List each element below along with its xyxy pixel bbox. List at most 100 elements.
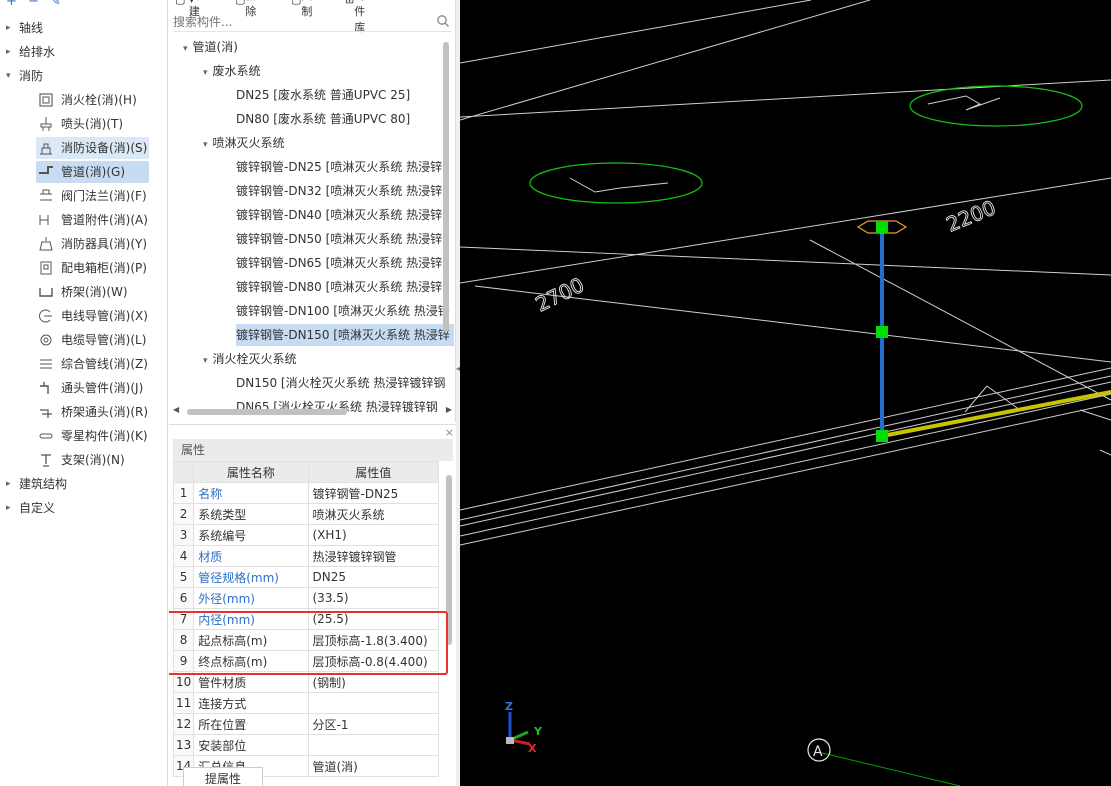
caret-down-icon[interactable]: ▾ [203, 140, 208, 150]
property-row[interactable]: 2 系统类型 喷淋灭火系统 [172, 503, 439, 525]
tree-item[interactable]: DN80 [废水系统 普通UPVC 80] [236, 108, 410, 130]
grip-top-handle[interactable] [876, 221, 888, 233]
caret-right-icon[interactable]: ▸ [6, 473, 11, 495]
property-value[interactable]: 镀锌钢管-DN25 [307, 482, 439, 504]
close-icon[interactable]: × [445, 426, 454, 439]
vertical-scrollbar[interactable] [443, 42, 449, 332]
nav-item-pipe[interactable]: 管道(消)(G) [36, 161, 149, 183]
axis-line-a [817, 751, 961, 786]
property-name: 系统类型 [193, 503, 309, 525]
nav-item-tee-fitting[interactable]: 通头管件(消)(J) [36, 377, 149, 399]
sprinkler-marker-circle[interactable] [909, 85, 1083, 127]
property-row[interactable]: 6 外径(mm) (33.5) [172, 587, 439, 609]
new-component-button[interactable]: ▢ 新建 ▾ [175, 0, 200, 18]
caret-down-icon[interactable]: ▾ [183, 44, 188, 54]
component-search-input[interactable] [173, 12, 428, 32]
nav-group-structure[interactable]: ▸ 建筑结构 [0, 473, 167, 495]
horizontal-pipe[interactable] [881, 390, 1111, 438]
tree-item[interactable]: 镀锌钢管-DN32 [喷淋灭火系统 热浸锌 [236, 180, 442, 202]
add-category-button[interactable]: + [6, 0, 17, 9]
model-viewport[interactable]: 2700 2200 A Z Y X [460, 0, 1111, 786]
copy-component-button[interactable]: ▢ 复制 [291, 0, 312, 18]
valve-icon [40, 189, 52, 201]
property-value[interactable] [307, 692, 439, 714]
nav-item-cable-conduit[interactable]: 电缆导管(消)(L) [36, 329, 149, 351]
caret-right-icon[interactable]: ▸ [6, 17, 11, 39]
tree-item[interactable]: 镀锌钢管-DN50 [喷淋灭火系统 热浸锌 [236, 228, 442, 250]
property-value[interactable]: 管道(消) [307, 755, 439, 777]
nav-group-custom[interactable]: ▸ 自定义 [0, 497, 167, 519]
sprinkler-marker-circle[interactable] [529, 162, 703, 204]
property-value[interactable]: 喷淋灭火系统 [307, 503, 439, 525]
property-value[interactable]: (XH1) [307, 524, 439, 546]
nav-item-misc-component[interactable]: 零星构件(消)(K) [36, 425, 149, 447]
property-row[interactable]: 1 名称 镀锌钢管-DN25 [172, 482, 439, 504]
nav-item-hydrant[interactable]: 消火栓(消)(H) [36, 89, 149, 111]
caret-right-icon[interactable]: ▸ [6, 497, 11, 519]
caret-down-icon[interactable]: ▾ [203, 68, 208, 78]
nav-item-label: 综合管线(消)(Z) [61, 357, 148, 371]
nav-item-distribution-box[interactable]: 配电箱柜(消)(P) [36, 257, 149, 279]
nav-group-axis[interactable]: ▸ 轴线 [0, 17, 167, 39]
nav-toolbar: + − ✎ [0, 0, 167, 14]
nav-item-wire-conduit[interactable]: 电线导管(消)(X) [36, 305, 149, 327]
nav-item-sprinkler[interactable]: 喷头(消)(T) [36, 113, 149, 135]
nav-item-fire-appliance[interactable]: 消防器具(消)(Y) [36, 233, 149, 255]
remove-category-button[interactable]: − [28, 0, 39, 9]
caret-down-icon[interactable]: ▾ [203, 356, 208, 366]
nav-item-fire-equipment[interactable]: 消防设备(消)(S) [36, 137, 149, 159]
nav-item-tray-tee[interactable]: 桥架通头(消)(R) [36, 401, 149, 423]
tree-item[interactable]: 镀锌钢管-DN80 [喷淋灭火系统 热浸锌 [236, 276, 442, 298]
scroll-left-icon[interactable]: ◀ [173, 405, 179, 414]
name-column-header: 属性名称 [193, 461, 309, 483]
tree-item[interactable]: DN25 [废水系统 普通UPVC 25] [236, 84, 410, 106]
tree-item[interactable]: 镀锌钢管-DN65 [喷淋灭火系统 热浸锌 [236, 252, 442, 274]
scroll-right-icon[interactable]: ▶ [446, 405, 452, 414]
property-value[interactable]: DN25 [307, 566, 439, 588]
row-number: 3 [172, 524, 195, 546]
tree-item[interactable]: 镀锌钢管-DN25 [喷淋灭火系统 热浸锌 [236, 156, 442, 178]
grid-line [460, 0, 871, 121]
property-row[interactable]: 3 系统编号 (XH1) [172, 524, 439, 546]
property-value[interactable]: 分区-1 [307, 713, 439, 735]
scroll-thumb[interactable] [187, 409, 347, 415]
nav-item-label: 通头管件(消)(J) [61, 381, 144, 395]
property-row[interactable]: 5 管径规格(mm) DN25 [172, 566, 439, 588]
grip-mid-handle[interactable] [876, 326, 888, 338]
nav-item-cable-tray[interactable]: 桥架(消)(W) [36, 281, 149, 303]
property-value[interactable]: (33.5) [307, 587, 439, 609]
tree-item[interactable]: DN150 [消火栓灭火系统 热浸锌镀锌钢 [236, 372, 445, 394]
property-row[interactable]: 12 所在位置 分区-1 [172, 713, 439, 735]
tree-item[interactable]: 镀锌钢管-DN40 [喷淋灭火系统 热浸锌 [236, 204, 442, 226]
nav-item-valve[interactable]: 阀门法兰(消)(F) [36, 185, 149, 207]
tree-group[interactable]: ▾ 喷淋灭火系统 [203, 132, 285, 154]
property-row[interactable]: 4 材质 热浸锌镀锌钢管 [172, 545, 439, 567]
nav-item-bracket[interactable]: 支架(消)(N) [36, 449, 149, 471]
horizontal-scrollbar[interactable]: ◀ ▶ [173, 405, 452, 418]
caret-right-icon[interactable]: ▸ [6, 41, 11, 63]
grip-bottom-handle[interactable] [876, 430, 888, 442]
row-number: 13 [172, 734, 195, 756]
tree-group[interactable]: ▾ 管道(消) [183, 36, 238, 58]
caret-down-icon[interactable]: ▾ [6, 65, 11, 87]
tree-group[interactable]: ▾ 消火栓灭火系统 [203, 348, 297, 370]
delete-component-button[interactable]: ▢ 删除 [235, 0, 256, 18]
search-icon[interactable] [436, 14, 450, 28]
property-value[interactable]: 热浸锌镀锌钢管 [307, 545, 439, 567]
nav-group-label: 消防 [19, 69, 44, 83]
nav-group-fire[interactable]: ▾ 消防 [0, 65, 167, 87]
highlight-annotation-box [169, 611, 448, 675]
property-row[interactable]: 13 安装部位 [172, 734, 439, 756]
tree-item[interactable]: 镀锌钢管-DN100 [喷淋灭火系统 热浸锌 [236, 300, 450, 322]
property-value[interactable] [307, 734, 439, 756]
extract-properties-tab[interactable]: 提属性 [183, 767, 263, 786]
nav-item-combined-pipeline[interactable]: 综合管线(消)(Z) [36, 353, 149, 375]
property-row[interactable]: 11 连接方式 [172, 692, 439, 714]
tree-item[interactable]: 镀锌钢管-DN150 [喷淋灭火系统 热浸锌 [236, 324, 454, 346]
tree-group[interactable]: ▾ 废水系统 [203, 60, 261, 82]
nav-item-pipe-fitting[interactable]: 管道附件(消)(A) [36, 209, 149, 231]
component-library-button[interactable]: ⊞ 构件库 [345, 0, 365, 34]
nav-item-label: 零星构件(消)(K) [61, 429, 148, 443]
nav-group-plumbing[interactable]: ▸ 给排水 [0, 41, 167, 63]
edit-category-button[interactable]: ✎ [50, 0, 61, 9]
